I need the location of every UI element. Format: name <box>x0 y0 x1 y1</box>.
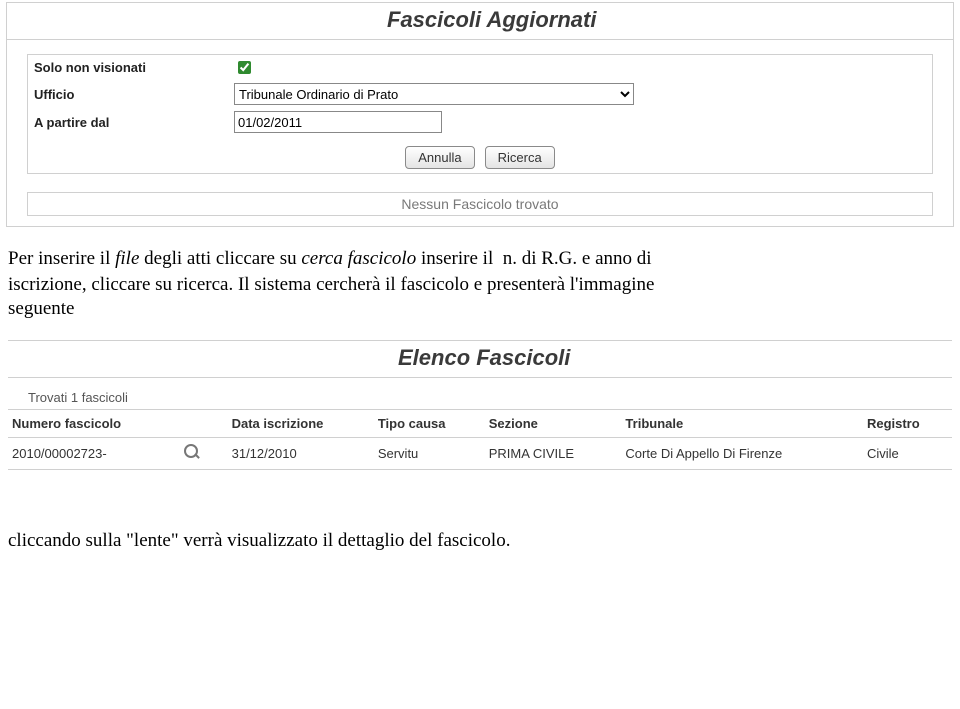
magnifier-icon[interactable] <box>184 444 200 460</box>
cell-sezione: PRIMA CIVILE <box>485 438 622 470</box>
col-tribunale: Tribunale <box>621 410 863 438</box>
cell-tipo: Servitu <box>374 438 485 470</box>
col-sezione: Sezione <box>485 410 622 438</box>
text-file-italic: file <box>115 248 139 269</box>
elenco-title: Elenco Fascicoli <box>8 340 952 378</box>
results-table-wrap: Numero fascicolo Data iscrizione Tipo ca… <box>8 409 952 470</box>
ricerca-button[interactable]: Ricerca <box>485 146 555 169</box>
col-registro: Registro <box>863 410 952 438</box>
table-row: 2010/00002723- 31/12/2010 Servitu PRIMA … <box>8 438 952 470</box>
text-mid1: degli atti cliccare su <box>139 248 301 269</box>
cell-registro: Civile <box>863 438 952 470</box>
checkbox-solo-non-visionati[interactable] <box>238 61 251 74</box>
col-data: Data iscrizione <box>228 410 374 438</box>
annulla-button[interactable]: Annulla <box>405 146 474 169</box>
panel-title: Fascicoli Aggiornati <box>7 3 953 40</box>
label-ufficio: Ufficio <box>34 87 234 102</box>
text-prefix: Per inserire il <box>8 248 115 269</box>
cell-tribunale: Corte Di Appello Di Firenze <box>621 438 863 470</box>
cell-data: 31/12/2010 <box>228 438 374 470</box>
input-a-partire-dal[interactable] <box>234 111 442 133</box>
select-ufficio[interactable]: Tribunale Ordinario di Prato <box>234 83 634 105</box>
text-cerca-italic: cerca fascicolo <box>301 248 416 269</box>
search-form: Solo non visionati Ufficio Tribunale Ord… <box>27 54 933 174</box>
footer-instruction: cliccando sulla "lente" verrà visualizza… <box>8 530 952 552</box>
text-mid2: inserire il n. di R.G. e anno di <box>416 248 651 269</box>
table-header-row: Numero fascicolo Data iscrizione Tipo ca… <box>8 410 952 438</box>
instruction-line2: iscrizione, cliccare su ricerca. Il sist… <box>8 274 654 295</box>
instruction-line3: seguente <box>8 298 74 319</box>
instruction-text-1: Per inserire il file degli atti cliccare… <box>8 247 952 320</box>
col-numero: Numero fascicolo <box>8 410 180 438</box>
col-tipo: Tipo causa <box>374 410 485 438</box>
status-message: Nessun Fascicolo trovato <box>27 192 933 216</box>
label-a-partire-dal: A partire dal <box>34 115 234 130</box>
label-solo-non-visionati: Solo non visionati <box>34 60 234 75</box>
found-count: Trovati 1 fascicoli <box>28 390 952 405</box>
results-table: Numero fascicolo Data iscrizione Tipo ca… <box>8 409 952 470</box>
updated-files-panel: Fascicoli Aggiornati Solo non visionati … <box>6 2 954 227</box>
cell-numero: 2010/00002723- <box>8 438 180 470</box>
